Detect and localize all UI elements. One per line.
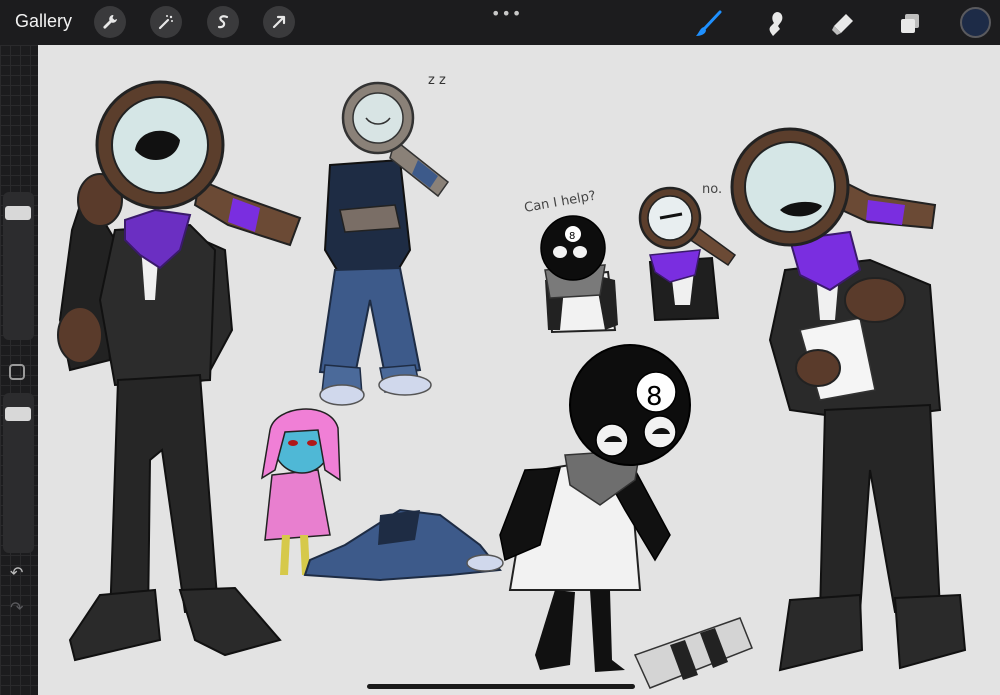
eraser-tool-button[interactable] — [827, 8, 859, 40]
undo-icon[interactable]: ↶ — [10, 563, 23, 582]
speech-no: no. — [702, 182, 722, 197]
top-toolbar: Gallery ••• — [0, 0, 1000, 45]
modify-button[interactable] — [9, 364, 25, 380]
brush-tool-button[interactable] — [692, 8, 724, 40]
actions-button[interactable] — [94, 6, 126, 38]
brush-size-slider[interactable] — [3, 192, 34, 340]
eight-ball-large-figure: 8 — [499, 344, 691, 672]
more-options-button[interactable]: ••• — [491, 4, 522, 23]
selection-button[interactable] — [207, 6, 239, 38]
wrench-icon — [103, 15, 117, 29]
ball-number-large: 8 — [646, 382, 663, 412]
gallery-button[interactable]: Gallery — [15, 11, 72, 32]
home-indicator[interactable] — [367, 684, 635, 689]
smudge-icon — [769, 12, 783, 36]
eight-ball-small-figure: Can I help? 8 — [523, 189, 618, 334]
layers-button[interactable] — [894, 8, 926, 40]
drawing-canvas[interactable]: z z Can I help? 8 no. 8 — [38, 45, 1000, 695]
layers-icon — [901, 14, 919, 33]
detective-figure-left — [57, 80, 302, 662]
smudge-tool-button[interactable] — [760, 8, 792, 40]
transform-button[interactable] — [263, 6, 295, 38]
rolled-object — [633, 617, 753, 689]
zzz-text: z z — [428, 73, 446, 88]
artwork: z z Can I help? 8 no. 8 — [57, 73, 967, 689]
color-picker-button[interactable] — [960, 7, 991, 38]
ball-number-small: 8 — [569, 231, 575, 242]
sleepy-figure: z z — [318, 73, 450, 406]
brush-icon — [696, 10, 722, 36]
detective-figure-right — [730, 127, 967, 672]
pink-doll-figure — [260, 408, 341, 575]
speech-can-i-help: Can I help? — [523, 189, 597, 216]
collapsed-figure — [303, 508, 504, 582]
brush-size-thumb[interactable] — [5, 206, 31, 220]
eraser-icon — [832, 14, 853, 35]
detective-small-figure: no. — [638, 182, 737, 322]
redo-icon[interactable]: ↷ — [10, 598, 23, 617]
selection-icon — [217, 15, 229, 29]
opacity-slider[interactable] — [3, 393, 34, 553]
transform-arrow-icon — [272, 15, 286, 29]
magic-wand-icon — [158, 15, 173, 30]
opacity-thumb[interactable] — [5, 407, 31, 421]
adjustments-button[interactable] — [150, 6, 182, 38]
